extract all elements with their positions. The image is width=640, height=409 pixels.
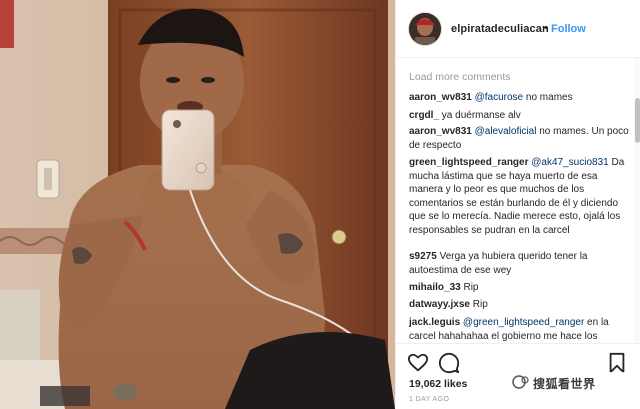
comment-username[interactable]: s9275	[409, 251, 437, 262]
scrollbar-thumb[interactable]	[635, 98, 640, 143]
comment-mention[interactable]: @green_lightspeed_ranger	[463, 317, 584, 328]
comment-item: aaron_wv831 @facurose no mames	[409, 91, 630, 105]
comment-mention[interactable]: @alevaloficial	[475, 126, 537, 137]
post-username[interactable]: elpiratadeculiacan	[451, 23, 549, 35]
comment-text: Rip	[472, 299, 488, 310]
comment-username[interactable]: crgdl_	[409, 110, 439, 121]
comment-item: jack.leguis @green_lightspeed_ranger en …	[409, 316, 630, 343]
watermark-text: 搜狐看世界	[533, 377, 596, 391]
comments-list[interactable]: Load more comments aaron_wv831 @facurose…	[396, 58, 634, 343]
comment-username[interactable]: aaron_wv831	[409, 92, 472, 103]
comment-mention[interactable]: @ak47_sucio831	[531, 157, 608, 168]
likes-count[interactable]: 19,062 likes	[409, 378, 467, 390]
header-separator: •	[544, 22, 548, 34]
comment-text: ya duérmanse alv	[441, 110, 521, 121]
post-timestamp: 1 DAY AGO	[409, 396, 450, 403]
avatar[interactable]	[409, 13, 441, 45]
comment-text: no mames	[523, 92, 573, 103]
comment-item: s9275 Verga ya hubiera querido tener la …	[409, 250, 630, 277]
watermark: 搜狐看世界	[507, 372, 637, 392]
post-side-panel: elpiratadeculiacan • Follow Load more co…	[395, 0, 640, 409]
comment-username[interactable]: mihailo_33	[409, 282, 461, 293]
comment-text: Rip	[463, 282, 479, 293]
load-more-comments-button[interactable]: Load more comments	[409, 71, 511, 83]
comment-username[interactable]: jack.leguis	[409, 317, 460, 328]
comment-item: aaron_wv831 @alevaloficial no mames. Un …	[409, 125, 630, 152]
comment-username[interactable]: green_lightspeed_ranger	[409, 157, 528, 168]
comment-username[interactable]: datwayy.jxse	[409, 299, 470, 310]
selfie-image	[0, 0, 395, 409]
watermark-logo-icon	[512, 375, 529, 389]
comment-mention[interactable]: @facurose	[475, 92, 524, 103]
comment-username[interactable]: aaron_wv831	[409, 126, 472, 137]
bookmark-icon[interactable]	[606, 352, 628, 374]
comment-item: mihailo_33 Rip	[409, 281, 630, 295]
post-photo	[0, 0, 395, 409]
heart-icon[interactable]	[407, 352, 429, 374]
avatar-image	[409, 13, 441, 45]
comments-scrollbar[interactable]	[634, 58, 640, 343]
comment-item: datwayy.jxse Rip	[409, 298, 630, 312]
comment-item: crgdl_ ya duérmanse alv	[409, 109, 630, 123]
post-header: elpiratadeculiacan • Follow	[396, 0, 640, 58]
comment-item: green_lightspeed_ranger @ak47_sucio831 D…	[409, 156, 630, 237]
comment-text: Da mucha lástima que se haya muerto de e…	[409, 157, 625, 236]
follow-button[interactable]: Follow	[551, 23, 586, 35]
comment-bubble-icon[interactable]	[438, 352, 460, 374]
